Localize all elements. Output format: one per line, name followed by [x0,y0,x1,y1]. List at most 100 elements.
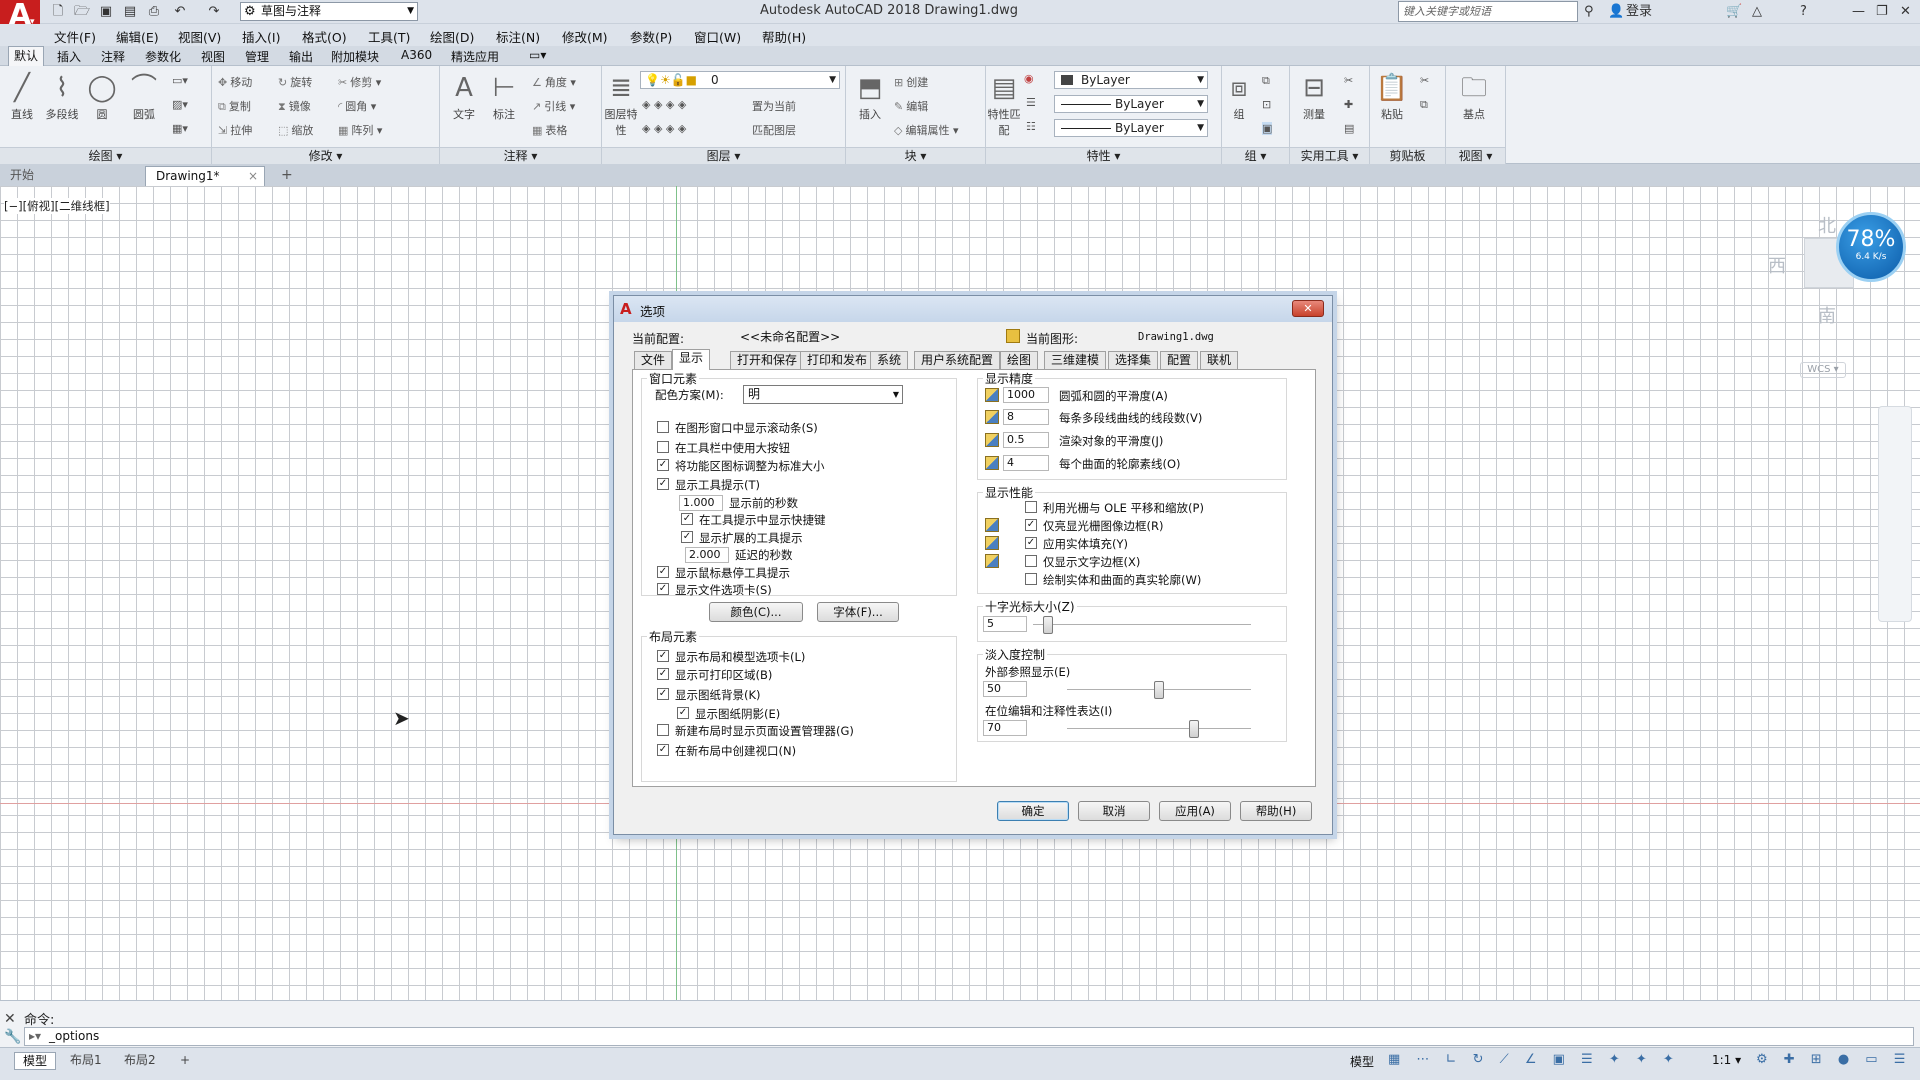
stretch-tool[interactable]: ⇲ 拉伸 [218,122,252,138]
menu-edit[interactable]: 编辑(E) [116,27,159,46]
match-layer-tool[interactable]: 匹配图层 [752,122,796,138]
match-properties-tool[interactable]: ▤ 特性匹配 [986,70,1022,138]
xref-fade-slider-thumb[interactable] [1154,681,1164,699]
copy-clip-icon[interactable]: ⧉ [1420,98,1428,112]
checkbox-extended-tooltips[interactable]: ✓ [681,531,693,543]
tab-online[interactable]: 联机 [1200,351,1239,369]
panel-clipboard-title[interactable]: 剪贴板 [1370,147,1445,164]
xref-display-input[interactable]: 50 [983,681,1027,697]
tab-open-save[interactable]: 打开和保存 [730,351,805,369]
mirror-tool[interactable]: ⧗ 镜像 [278,98,311,114]
checkbox-tooltip-shortcuts[interactable]: ✓ [681,513,693,525]
rectangle-icon[interactable]: ▭▾ [172,74,188,87]
tab-view[interactable]: 视图 [196,48,230,65]
tab-model[interactable]: 模型 [14,1052,57,1070]
annotation-scale[interactable]: 1:1 ▾ [1712,1053,1741,1067]
menu-tools[interactable]: 工具(T) [368,27,410,46]
tab-files[interactable]: 文件 [634,351,673,369]
utility-icon-3[interactable]: ▤ [1344,122,1354,135]
panel-view-title[interactable]: 视图 ▾ [1446,147,1505,164]
tab-manage[interactable]: 管理 [240,48,274,65]
new-icon[interactable]: 🗋 [48,2,68,21]
checkbox-layout-model-tabs[interactable]: ✓ [657,650,669,662]
open-icon[interactable]: 🗁 [72,2,92,21]
layer-select[interactable]: 💡☀🔓■ 0 ▼ [640,71,840,89]
rotate-tool[interactable]: ↻ 旋转 [278,74,312,90]
tooltip-delay-input[interactable]: 1.000 [679,495,723,511]
extended-delay-input[interactable]: 2.000 [685,547,729,563]
checkbox-raster-ole-pan[interactable] [1025,501,1037,513]
help-icon[interactable]: ? [1800,2,1807,21]
menu-dimension[interactable]: 标注(N) [496,27,540,46]
tab-a360[interactable]: A360 [396,48,437,62]
menu-modify[interactable]: 修改(M) [562,27,608,46]
menu-help[interactable]: 帮助(H) [762,27,806,46]
tab-layout2[interactable]: 布局2 [116,1052,164,1070]
undo-icon[interactable]: ↶ [170,2,190,21]
edit-block-tool[interactable]: ✎ 编辑 [894,98,928,114]
copy-tool[interactable]: ⧉ 复制 [218,98,251,114]
print-icon[interactable]: ⎙ [144,2,164,21]
table-tool[interactable]: ▦ 表格 [532,122,567,138]
model-space-button[interactable]: 模型 [1350,1053,1374,1070]
color-select[interactable]: ByLayer ▼ [1054,71,1208,89]
group-edit-icon[interactable]: ⊡ [1262,98,1271,111]
panel-draw-title[interactable]: 绘图 ▾ [0,147,211,164]
drafting-settings-icons[interactable]: ▦ ⋯ ∟ ↻ ⟋ ∠ ▣ ☰ ✦ ✦ ✦ [1388,1052,1680,1067]
menu-insert[interactable]: 插入(I) [242,27,280,46]
text-tool[interactable]: A 文字 [444,70,484,122]
binoculars-icon[interactable]: ⚲ [1584,2,1594,21]
leader-tool[interactable]: ↗ 引线 ▾ [532,98,575,114]
menu-file[interactable]: 文件(F) [54,27,96,46]
ribbon-options-icon[interactable]: ▭▾ [524,48,551,62]
paste-tool[interactable]: 📋 粘贴 [1372,70,1412,122]
tab-system[interactable]: 系统 [870,351,909,369]
panel-properties-title[interactable]: 特性 ▾ [986,147,1221,164]
tab-featured-apps[interactable]: 精选应用 [446,48,504,65]
search-input[interactable]: 键入关键字或短语 [1398,1,1578,22]
viewport-controls[interactable]: [−][俯视][二维线框] [4,198,110,214]
navigation-bar[interactable] [1878,406,1912,622]
checkbox-paper-shadow[interactable]: ✓ [677,707,689,719]
help-button[interactable]: 帮助(H) [1240,801,1312,821]
panel-group-title[interactable]: 组 ▾ [1222,147,1289,164]
lineweight-select[interactable]: ByLayer ▼ [1054,119,1208,137]
color-scheme-select[interactable]: 明 ▼ [743,385,903,404]
menu-parametric[interactable]: 参数(P) [630,27,672,46]
checkbox-show-scrollbars[interactable] [657,421,669,433]
insert-block-tool[interactable]: ⬒ 插入 [850,70,890,122]
scale-tool[interactable]: ⬚ 缩放 [278,122,313,138]
utility-icon-1[interactable]: ✂ [1344,74,1353,87]
render-smoothness-input[interactable]: 0.5 [1003,432,1049,448]
menu-window[interactable]: 窗口(W) [694,27,741,46]
checkbox-resize-ribbon-icons[interactable]: ✓ [657,459,669,471]
apply-button[interactable]: 应用(A) [1159,801,1231,821]
more-draw-icon[interactable]: ▦▾ [172,122,188,135]
panel-layer-title[interactable]: 图层 ▾ [602,147,845,164]
drawing-tab[interactable]: Drawing1* × [145,166,265,186]
contour-lines-input[interactable]: 4 [1003,455,1049,471]
viewcube-south[interactable]: 南 [1818,302,1836,328]
measure-tool[interactable]: ⊟ 测量 [1294,70,1334,122]
checkbox-paper-background[interactable]: ✓ [657,688,669,700]
circle-tool[interactable]: ◯ 圆 [82,70,122,122]
checkbox-solid-fill[interactable]: ✓ [1025,537,1037,549]
checkbox-rollover-tooltips[interactable]: ✓ [657,566,669,578]
utility-icon-2[interactable]: ✚ [1344,98,1353,111]
fonts-button[interactable]: 字体(F)... [817,602,899,622]
group-select-icon[interactable]: ▣ [1262,122,1273,135]
close-icon[interactable]: ✕ [4,1011,16,1027]
tab-insert[interactable]: 插入 [52,48,86,65]
xref-fade-slider[interactable] [1067,681,1251,699]
inplace-fade-slider[interactable] [1067,720,1251,738]
checkbox-true-silhouettes[interactable] [1025,573,1037,585]
redo-icon[interactable]: ↷ [204,2,224,21]
arc-smoothness-input[interactable]: 1000 [1003,387,1049,403]
checkbox-raster-frame[interactable]: ✓ [1025,519,1037,531]
layer-tools-row1[interactable]: ◈ ◈ ◈ ◈ [642,98,686,111]
minimize-icon[interactable]: — [1852,2,1865,21]
maximize-icon[interactable]: ❐ [1876,2,1888,21]
checkbox-large-buttons[interactable] [657,441,669,453]
line-tool[interactable]: ╱ 直线 [2,70,42,122]
workspace-select[interactable]: ⚙ 草图与注释 ▼ [240,2,418,21]
